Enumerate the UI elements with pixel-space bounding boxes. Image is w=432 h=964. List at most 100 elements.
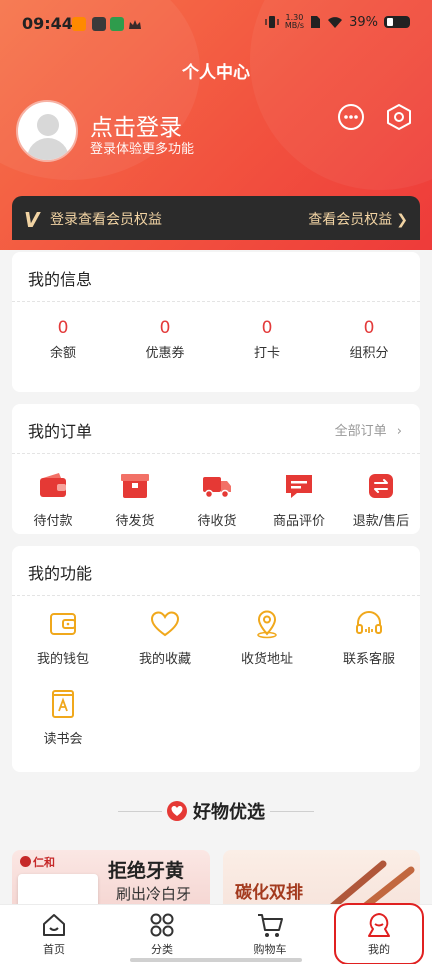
points-value: 0 <box>363 318 375 338</box>
settings-icon <box>387 104 411 130</box>
book-icon <box>47 688 79 720</box>
wallet-icon <box>47 608 79 640</box>
home-indicator[interactable] <box>130 958 302 962</box>
coupons-label: 优惠券 <box>145 346 185 361</box>
toothbrush-image <box>329 860 415 908</box>
function-customer-service[interactable]: 联系客服 <box>328 608 410 667</box>
info-item-checkin[interactable]: 0 打卡 <box>216 318 318 361</box>
wifi-icon <box>328 16 343 28</box>
app-notification-icon <box>110 17 124 31</box>
message-button[interactable] <box>336 102 366 132</box>
order-pending-payment[interactable]: 待付款 <box>12 470 94 529</box>
avatar-head <box>37 114 59 136</box>
battery-percentage: 39% <box>349 14 378 30</box>
location-icon <box>251 608 283 640</box>
login-subtitle: 登录体验更多功能 <box>90 142 195 157</box>
function-label: 收货地址 <box>240 652 293 667</box>
vibrate-icon <box>265 16 279 28</box>
brand-logo-icon <box>20 856 31 867</box>
tab-label: 首页 <box>43 943 65 956</box>
my-info-title: 我的信息 <box>28 270 93 289</box>
category-icon <box>148 911 176 939</box>
login-title[interactable]: 点击登录 <box>90 108 182 142</box>
avatar[interactable] <box>16 100 78 162</box>
function-wallet[interactable]: 我的钱包 <box>22 608 104 667</box>
network-speed: 1.30 MB/s <box>285 14 304 30</box>
my-functions-card: 我的功能 我的钱包 我的收藏 收货地址 联系客服 读书会 <box>12 546 420 772</box>
view-member-benefits-link[interactable]: 查看会员权益 ❯ <box>308 209 408 229</box>
good-selection-heading: 好物优选 <box>0 798 432 824</box>
order-label: 待付款 <box>33 514 73 529</box>
view-member-benefits-label: 查看会员权益 <box>308 212 393 228</box>
tab-profile[interactable]: 我的 <box>334 903 424 964</box>
banner-subline: 刷出冷白牙 <box>116 885 192 903</box>
sim-icon <box>311 16 321 28</box>
home-icon <box>40 911 68 939</box>
network-speed-unit: MB/s <box>284 21 305 30</box>
refund-icon <box>365 470 397 502</box>
status-bar: 09:44 1.30 MB/s 39% <box>0 0 432 50</box>
banner-brand: 仁和 <box>20 854 55 870</box>
function-label: 我的收藏 <box>138 652 191 667</box>
points-label: 组积分 <box>349 346 389 361</box>
order-refund[interactable]: 退款/售后 <box>340 470 422 529</box>
tab-cart[interactable]: 购物车 <box>216 905 324 964</box>
tab-label: 购物车 <box>253 943 287 956</box>
cart-icon <box>256 911 284 939</box>
tab-label: 我的 <box>368 943 390 956</box>
chevron-right-icon: ❯ <box>396 212 408 228</box>
member-benefits-bar[interactable]: V 登录查看会员权益 查看会员权益 ❯ <box>12 196 420 240</box>
my-info-card: 我的信息 0 余额 0 优惠券 0 打卡 0 组积分 <box>12 252 420 392</box>
package-icon <box>119 470 151 502</box>
function-label: 我的钱包 <box>36 652 89 667</box>
good-selection-title: 好物优选 <box>193 802 265 823</box>
product-banner-toothbrush[interactable]: 碳化双排 <box>223 850 420 908</box>
settings-button[interactable] <box>384 102 414 132</box>
crown-notification-icon <box>128 17 142 31</box>
product-banner-toothpaste[interactable]: 仁和 拒绝牙黄 刷出冷白牙 <box>12 850 210 908</box>
function-favorites[interactable]: 我的收藏 <box>124 608 206 667</box>
order-label: 退款/售后 <box>352 514 410 529</box>
wallet-icon <box>37 470 69 502</box>
coupons-value: 0 <box>159 318 171 338</box>
member-login-text: 登录查看会员权益 <box>50 212 162 228</box>
info-item-coupons[interactable]: 0 优惠券 <box>114 318 216 361</box>
all-orders-link[interactable]: 全部订单 › <box>335 420 402 439</box>
function-address[interactable]: 收货地址 <box>226 608 308 667</box>
headset-icon <box>353 608 385 640</box>
heart-icon <box>149 608 181 640</box>
order-label: 待发货 <box>115 514 155 529</box>
page-title: 个人中心 <box>182 63 250 83</box>
balance-value: 0 <box>57 318 69 338</box>
tab-label: 分类 <box>151 943 173 956</box>
tab-category[interactable]: 分类 <box>108 905 216 964</box>
banner-headline: 碳化双排 <box>235 883 303 903</box>
info-item-balance[interactable]: 0 余额 <box>12 318 114 361</box>
function-label: 联系客服 <box>342 652 395 667</box>
toothpaste-box-image <box>18 874 98 908</box>
avatar-body <box>27 138 69 160</box>
app-notification-icon <box>72 17 86 31</box>
checkin-value: 0 <box>261 318 273 338</box>
checkin-label: 打卡 <box>253 346 280 361</box>
order-pending-receipt[interactable]: 待收货 <box>176 470 258 529</box>
function-book-club[interactable]: 读书会 <box>22 688 104 747</box>
my-orders-title: 我的订单 <box>28 422 93 441</box>
tab-home[interactable]: 首页 <box>0 905 108 964</box>
status-time: 09:44 <box>22 14 73 33</box>
order-label: 商品评价 <box>272 514 325 529</box>
balance-label: 余额 <box>49 346 76 361</box>
divider <box>12 301 420 302</box>
message-icon <box>338 104 364 130</box>
order-review[interactable]: 商品评价 <box>258 470 340 529</box>
wechat-notification-icon <box>92 17 106 31</box>
battery-icon <box>384 16 410 28</box>
order-pending-shipment[interactable]: 待发货 <box>94 470 176 529</box>
my-functions-title: 我的功能 <box>28 564 93 583</box>
info-item-points[interactable]: 0 组积分 <box>318 318 420 361</box>
brand-label: 仁和 <box>33 856 55 869</box>
banner-headline: 拒绝牙黄 <box>108 860 185 882</box>
divider <box>12 453 420 454</box>
comment-icon <box>283 470 315 502</box>
divider <box>12 595 420 596</box>
